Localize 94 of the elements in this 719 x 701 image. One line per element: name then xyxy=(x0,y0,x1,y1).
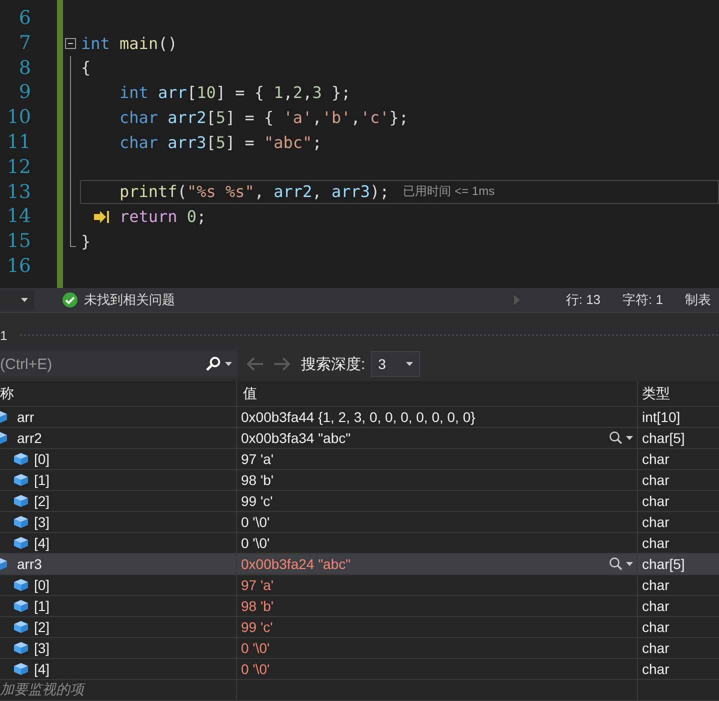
variable-type: char xyxy=(641,471,670,490)
variable-name: [4] xyxy=(34,535,50,551)
variable-value: 99 'c' xyxy=(241,493,273,509)
line-number: 10 xyxy=(6,105,31,130)
variable-value: 99 'c' xyxy=(241,619,273,635)
code-line: { xyxy=(81,58,91,78)
search-depth-label: 搜索深度: xyxy=(301,354,366,374)
caret-icon[interactable] xyxy=(406,362,414,366)
variable-name: [4] xyxy=(34,661,50,677)
collapse-icon[interactable] xyxy=(65,38,76,49)
line-number: 9 xyxy=(18,80,31,106)
line-number: 6 xyxy=(18,6,31,31)
variable-type: int[10] xyxy=(641,408,682,427)
variable-name: [0] xyxy=(34,451,50,467)
variable-icon xyxy=(14,600,28,612)
watch-row[interactable]: arr 0x00b3fa44 {1, 2, 3, 0, 0, 0, 0, 0, 0, 0} int[10] xyxy=(0,407,719,428)
code-line: printf("%s %s", arr2, arr3); xyxy=(118,182,390,202)
variable-value: 0 '\0' xyxy=(241,640,270,656)
variable-value: 0 '\0' xyxy=(241,514,270,530)
variable-icon xyxy=(14,621,28,633)
variable-value: 98 'b' xyxy=(241,598,274,614)
line-number: 7 xyxy=(18,30,31,56)
code-line: int main() xyxy=(81,34,178,53)
variable-name: [3] xyxy=(34,514,50,530)
elapsed-time-hint: 已用时间 <= 1ms xyxy=(403,183,495,200)
visualizer-search-icon[interactable] xyxy=(609,431,633,445)
variable-type: char xyxy=(641,576,670,595)
search-field[interactable]: (Ctrl+E) xyxy=(0,350,200,378)
line-number: 8 xyxy=(18,56,31,80)
caret-icon[interactable] xyxy=(21,298,28,302)
variable-icon xyxy=(14,537,28,549)
variable-name: [3] xyxy=(34,640,50,656)
add-watch-placeholder[interactable]: 加要监视的项 xyxy=(0,681,84,699)
column-header[interactable]: 类型 xyxy=(638,381,719,406)
variable-value: 0 '\0' xyxy=(241,661,270,677)
variable-value: 0x00b3fa24 "abc" xyxy=(241,556,351,572)
variable-name: [1] xyxy=(34,472,50,488)
code-line: int arr[10] = { 1,2,3 }; xyxy=(118,83,351,102)
variable-type: char xyxy=(641,660,670,679)
variable-value: 97 'a' xyxy=(241,451,274,467)
variable-type: char xyxy=(641,450,670,469)
watch-row[interactable]: arr3 0x00b3fa24 "abc" char[5] xyxy=(0,554,719,575)
line-number: 12 xyxy=(6,154,31,180)
line-number: 13 xyxy=(6,180,31,204)
column-header[interactable]: 称 xyxy=(0,381,237,406)
code-line: return 0; xyxy=(118,207,206,226)
variable-name: arr3 xyxy=(17,556,42,572)
line-number: 16 xyxy=(6,254,31,279)
watch-row[interactable]: arr2 0x00b3fa34 "abc" char[5] xyxy=(0,428,719,449)
variable-name: [0] xyxy=(34,577,50,593)
variable-type: char xyxy=(641,618,670,637)
variable-icon xyxy=(14,642,28,654)
issues-status[interactable]: 未找到相关问题 xyxy=(84,291,175,309)
variable-name: [2] xyxy=(34,619,50,635)
variable-value: 0x00b3fa34 "abc" xyxy=(241,430,351,446)
variable-icon xyxy=(14,453,28,465)
variable-icon xyxy=(14,474,28,486)
variable-value: 97 'a' xyxy=(241,577,274,593)
code-line: } xyxy=(81,232,91,252)
variable-name: [2] xyxy=(34,493,50,509)
line-indicator: 行: 13 xyxy=(566,291,601,309)
variable-type: char xyxy=(641,513,670,532)
variable-type: char xyxy=(641,534,670,553)
variable-name: [1] xyxy=(34,598,50,614)
line-number: 14 xyxy=(6,204,31,230)
variable-icon xyxy=(14,579,28,591)
variable-value: 98 'b' xyxy=(241,472,274,488)
variable-type: char xyxy=(641,492,670,511)
search-icon[interactable] xyxy=(205,356,221,372)
variable-type: char[5] xyxy=(641,555,686,574)
variable-name: arr xyxy=(17,409,34,425)
variable-icon xyxy=(14,516,28,528)
search-options-button[interactable] xyxy=(200,350,237,378)
code-line: char arr3[5] = "abc"; xyxy=(118,132,322,152)
tabs-indicator[interactable]: 制表 xyxy=(685,291,711,309)
line-number: 15 xyxy=(6,229,31,254)
line-number: 11 xyxy=(6,130,31,155)
scope-dropdown[interactable] xyxy=(0,290,34,310)
char-indicator: 字符: 1 xyxy=(622,291,663,309)
column-header[interactable]: 值 xyxy=(237,381,638,406)
variable-value: 0x00b3fa44 {1, 2, 3, 0, 0, 0, 0, 0, 0, 0} xyxy=(241,409,476,425)
check-icon xyxy=(62,292,78,308)
caret-icon[interactable] xyxy=(225,362,232,366)
panel-title: 1 xyxy=(0,328,8,342)
variable-name: arr2 xyxy=(17,430,42,446)
variable-type: char xyxy=(641,639,670,658)
visualizer-search-icon[interactable] xyxy=(609,557,633,571)
variable-type: char xyxy=(641,597,670,616)
variable-icon xyxy=(14,663,28,675)
search-depth-dropdown[interactable]: 3 xyxy=(371,351,420,377)
variable-icon xyxy=(14,495,28,507)
variable-value: 0 '\0' xyxy=(241,535,270,551)
code-line: char arr2[5] = { 'a','b','c'}; xyxy=(118,108,409,128)
variable-type: char[5] xyxy=(641,429,686,448)
